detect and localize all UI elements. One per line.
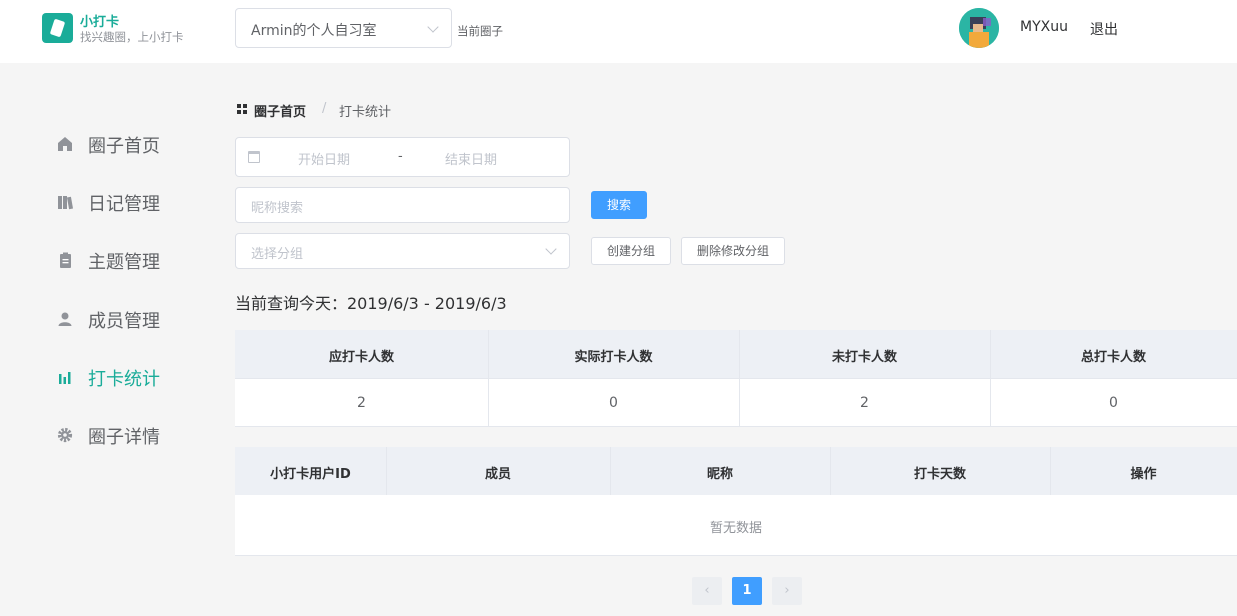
missed-checkin-count: 2 (860, 395, 869, 411)
current-circle-label: 当前圈子 (457, 24, 503, 38)
sidebar-item-label: 打卡统计 (88, 369, 160, 390)
end-date-input[interactable]: 结束日期 (445, 149, 497, 168)
checkin-stats-table: 应打卡人数 实际打卡人数 未打卡人数 总打卡人数 2 0 2 0 (235, 330, 1237, 427)
delete-edit-group-button[interactable]: 删除修改分组 (681, 237, 785, 265)
breadcrumb-home[interactable]: 圈子首页 (254, 101, 306, 120)
empty-state-text: 暂无数据 (709, 521, 762, 536)
column-header: 昵称 (706, 467, 733, 482)
avatar[interactable] (959, 8, 999, 48)
sidebar-item-topics[interactable]: 主题管理 (56, 247, 226, 273)
column-header: 打卡天数 (913, 467, 966, 482)
app-name: 小打卡 (80, 15, 120, 30)
pagination-page-1[interactable]: 1 (732, 577, 762, 605)
username: MYXuu (1020, 19, 1068, 35)
create-group-button[interactable]: 创建分组 (591, 237, 671, 265)
sidebar-item-circle-detail[interactable]: 圈子详情 (56, 422, 226, 448)
group-select[interactable]: 选择分组 (235, 233, 570, 269)
sidebar-item-label: 成员管理 (88, 311, 160, 332)
grid-icon (237, 104, 248, 115)
expected-checkin-count: 2 (357, 395, 366, 411)
pagination-prev-button[interactable]: ‹ (692, 577, 722, 605)
pagination-next-button[interactable]: › (772, 577, 802, 605)
actual-checkin-count: 0 (609, 395, 618, 411)
sidebar-item-label: 圈子详情 (88, 427, 160, 448)
gear-icon (57, 427, 73, 443)
date-range-picker[interactable]: 开始日期 - 结束日期 (235, 137, 570, 177)
column-header: 未打卡人数 (831, 350, 897, 365)
column-header: 小打卡用户ID (270, 467, 351, 482)
nickname-search-input[interactable]: 昵称搜索 (235, 187, 570, 223)
circle-select[interactable]: Armin的个人自习室 (235, 8, 452, 48)
members-table: 小打卡用户ID 成员 昵称 打卡天数 操作 暂无数据 (235, 447, 1237, 556)
sidebar-item-circle-home[interactable]: 圈子首页 (56, 131, 226, 157)
sidebar-item-label: 主题管理 (88, 252, 160, 273)
app-slogan: 找兴趣圈，上小打卡 (80, 30, 184, 44)
chevron-down-icon (545, 243, 557, 255)
circle-select-value: Armin的个人自习室 (251, 23, 377, 39)
total-checkin-count: 0 (1109, 395, 1118, 411)
nickname-search-placeholder: 昵称搜索 (251, 201, 304, 216)
column-header: 实际打卡人数 (574, 350, 653, 365)
search-button[interactable]: 搜索 (591, 191, 647, 219)
sidebar-item-members[interactable]: 成员管理 (56, 306, 226, 332)
books-icon (58, 196, 74, 210)
top-header: 小打卡 找兴趣圈，上小打卡 Armin的个人自习室 当前圈子 MYXuu 退出 (0, 0, 1237, 63)
sidebar-item-checkin-stats[interactable]: 打卡统计 (56, 364, 226, 390)
clipboard-icon (60, 252, 71, 268)
column-header: 操作 (1130, 467, 1157, 482)
start-date-input[interactable]: 开始日期 (298, 149, 350, 168)
chevron-down-icon (427, 21, 439, 33)
bar-chart-icon (59, 372, 71, 384)
sidebar-item-label: 圈子首页 (88, 136, 160, 157)
sidebar-item-label: 日记管理 (88, 194, 160, 215)
column-header: 成员 (484, 467, 511, 482)
sidebar-item-diary[interactable]: 日记管理 (56, 189, 226, 215)
column-header: 总打卡人数 (1080, 350, 1146, 365)
breadcrumb-current: 打卡统计 (339, 105, 392, 120)
logo-icon (42, 13, 73, 43)
calendar-icon (248, 151, 260, 163)
home-icon (58, 137, 72, 151)
user-icon (58, 312, 72, 326)
logout-link[interactable]: 退出 (1090, 19, 1118, 39)
query-range-text: 当前查询今天：2019/6/3 - 2019/6/3 (235, 294, 507, 313)
date-separator: - (398, 149, 403, 164)
group-select-placeholder: 选择分组 (251, 247, 304, 262)
breadcrumb-separator: / (322, 101, 327, 116)
column-header: 应打卡人数 (328, 350, 394, 365)
